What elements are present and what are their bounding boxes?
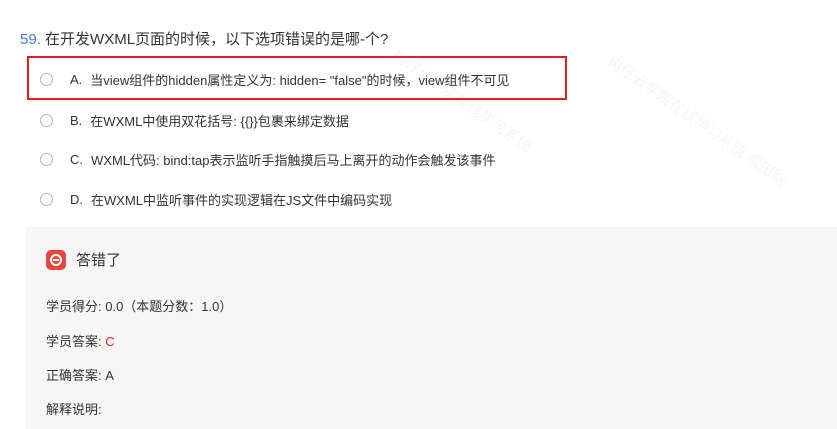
option-letter: A. [70,71,83,87]
option-text: 在WXML中监听事件的实现逻辑在JS文件中编码实现 [91,192,393,208]
student-answer-value: C [105,334,115,349]
correct-answer-row: 正确答案: A [46,365,114,384]
question-title: 59. 在开发WXML页面的时候，以下选项错误的是哪-个? [20,28,388,49]
option-letter: C. [70,151,83,167]
option-text: WXML代码: bind:tap表示监听手指触摸后马上离开的动作会触发该事件 [91,152,496,168]
option-c[interactable]: C. WXML代码: bind:tap表示监听手指触摸后马上离开的动作会触发该事… [40,148,496,170]
option-b[interactable]: B. 在WXML中使用双花括号: {{}}包裹来绑定数据 [40,109,349,131]
option-a[interactable]: A. 当view组件的hidden属性定义为: hidden= "false"的… [40,68,510,90]
student-score-value: 0.0（本题分数：1.0） [105,299,233,314]
correct-answer-value: A [105,368,114,383]
student-score-row: 学员得分: 0.0（本题分数：1.0） [46,296,232,315]
wrong-answer-icon [46,249,66,270]
watermark-text: 树仔云学院在线学习系统 福田路 [603,50,790,190]
correct-answer-label: 正确答案: [46,368,106,383]
result-panel: 答错了 学员得分: 0.0（本题分数：1.0） 学员答案: C 正确答案: A … [26,227,837,429]
explanation-label: 解释说明: [46,402,102,417]
option-text: 当view组件的hidden属性定义为: hidden= "false"的时候，… [90,72,510,88]
result-title: 答错了 [76,252,122,269]
question-text: 在开发WXML页面的时候，以下选项错误的是哪-个? [45,31,389,48]
option-letter: B. [70,112,83,128]
radio-button-c[interactable] [40,152,53,166]
student-answer-label: 学员答案: [46,334,106,349]
option-d[interactable]: D. 在WXML中监听事件的实现逻辑在JS文件中编码实现 [40,188,392,210]
option-text: 在WXML中使用双花括号: {{}}包裹来绑定数据 [90,113,349,129]
explanation-row: 解释说明: [46,399,102,418]
student-answer-row: 学员答案: C [46,331,115,350]
question-number: 59. [20,31,41,48]
radio-button-d[interactable] [40,192,53,206]
radio-button-a[interactable] [40,72,53,86]
radio-button-b[interactable] [40,113,53,127]
student-score-label: 学员得分: [46,299,106,314]
option-letter: D. [70,191,83,207]
result-header: 答错了 [46,249,121,270]
